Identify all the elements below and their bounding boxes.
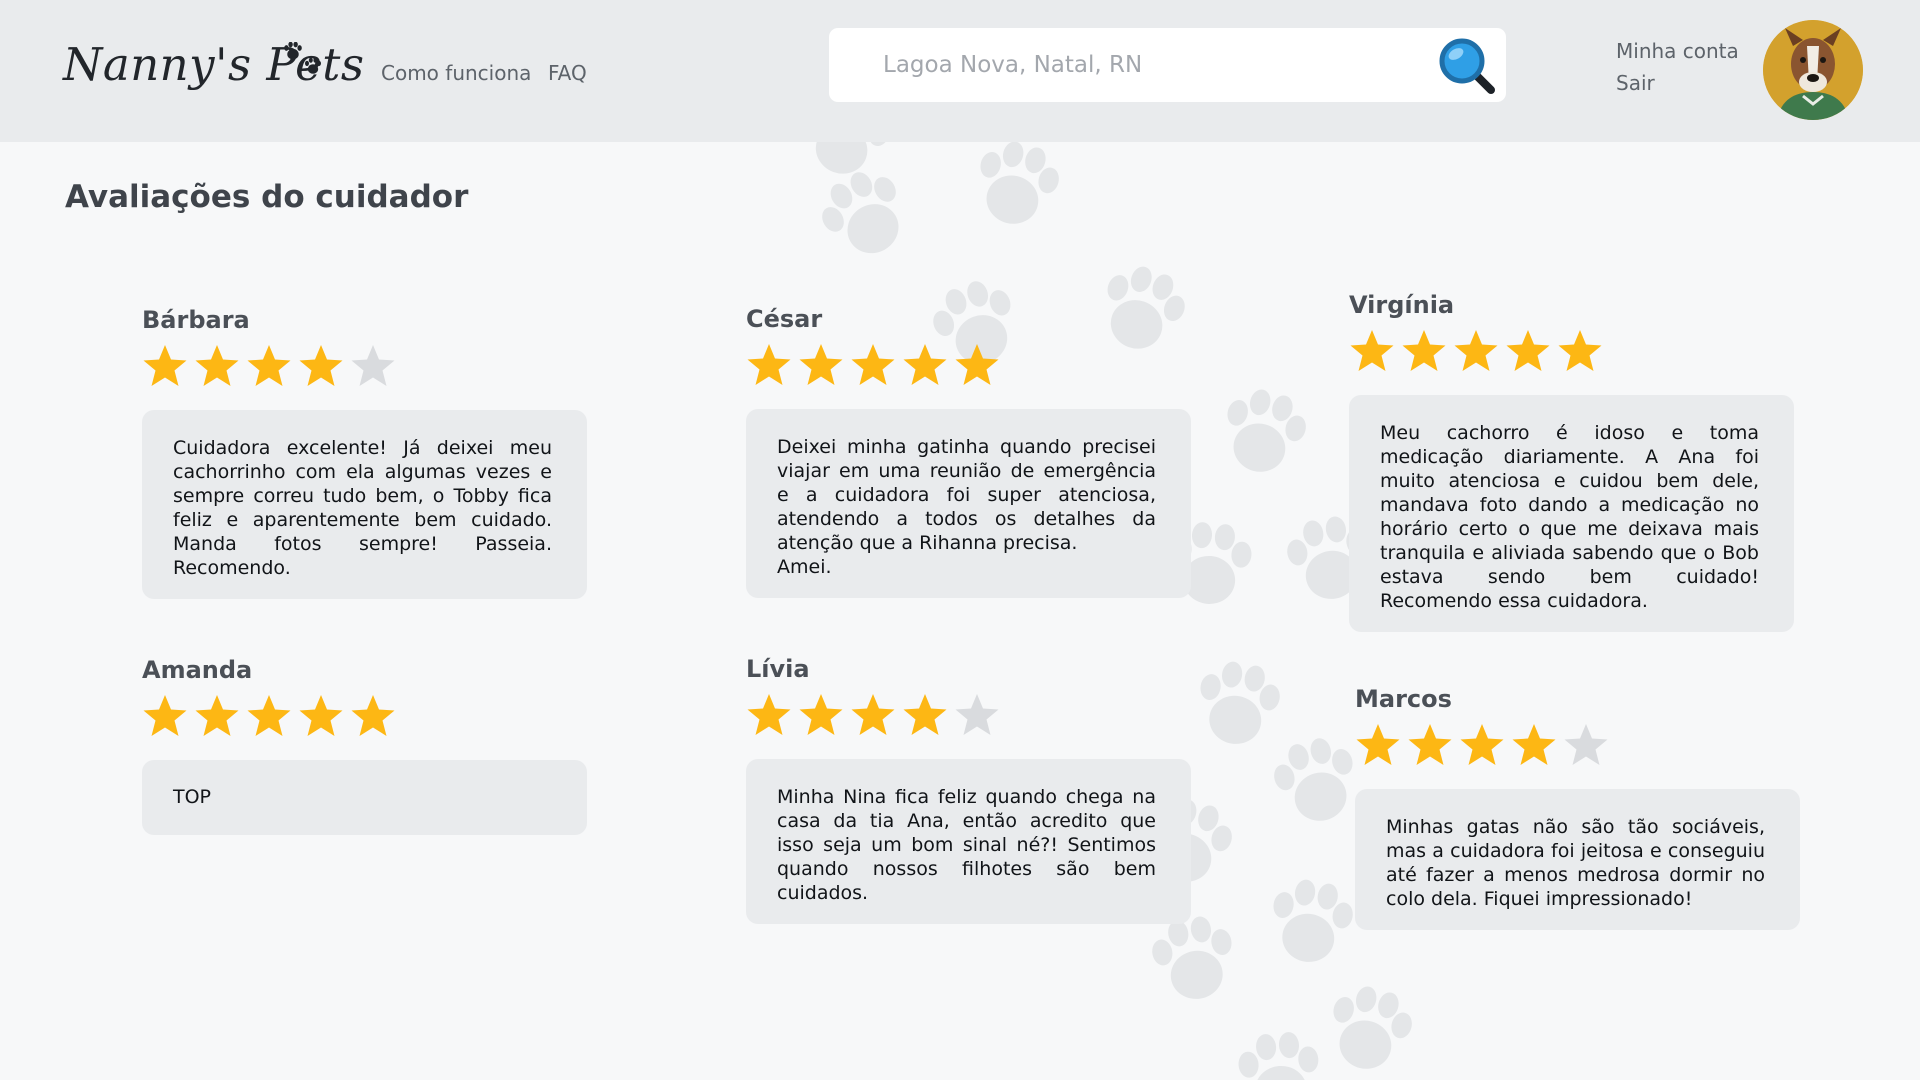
review-card: Virgínia Meu cachorro é idoso e toma med… <box>1349 290 1794 632</box>
review-text: Cuidadora excelente! Já deixei meu cacho… <box>142 410 587 599</box>
star-filled-icon <box>1408 724 1452 765</box>
star-rating <box>142 343 587 389</box>
location-search-input[interactable] <box>883 28 1423 102</box>
search-bar <box>829 28 1506 102</box>
star-filled-icon <box>903 694 947 735</box>
star-filled-icon <box>1506 330 1550 371</box>
star-filled-icon <box>1558 330 1602 371</box>
star-filled-icon <box>851 694 895 735</box>
page-title: Avaliações do cuidador <box>65 179 469 215</box>
star-empty-icon <box>955 694 999 735</box>
star-filled-icon <box>799 344 843 385</box>
reviewer-name: Lívia <box>746 655 810 683</box>
star-filled-icon <box>195 345 239 386</box>
star-filled-icon <box>195 695 239 736</box>
review-card: Lívia Minha Nina fica feliz quando chega… <box>746 654 1191 924</box>
review-card: Bárbara Cuidadora excelente! Já deixei m… <box>142 305 587 599</box>
nav-link-faq[interactable]: FAQ <box>548 61 587 85</box>
reviewer-name: Bárbara <box>142 306 250 334</box>
star-rating <box>746 342 1191 388</box>
star-filled-icon <box>247 695 291 736</box>
star-empty-icon <box>351 345 395 386</box>
star-rating <box>1349 328 1794 374</box>
review-text: Deixei minha gatinha quando precisei via… <box>746 409 1191 598</box>
star-filled-icon <box>747 344 791 385</box>
star-rating <box>746 692 1191 738</box>
star-filled-icon <box>747 694 791 735</box>
review-text: Minha Nina fica feliz quando chega na ca… <box>746 759 1191 924</box>
review-text: TOP <box>142 760 587 835</box>
star-filled-icon <box>299 695 343 736</box>
review-text: Meu cachorro é idoso e toma medicação di… <box>1349 395 1794 632</box>
review-text: Minhas gatas não são tão sociáveis, mas … <box>1355 789 1800 930</box>
star-filled-icon <box>1402 330 1446 371</box>
nav-link-how-it-works[interactable]: Como funciona <box>381 61 531 85</box>
my-account-link[interactable]: Minha conta <box>1616 39 1739 63</box>
star-filled-icon <box>799 694 843 735</box>
star-filled-icon <box>1350 330 1394 371</box>
user-avatar[interactable] <box>1763 20 1863 120</box>
magnifier-icon[interactable] <box>1436 35 1498 97</box>
star-filled-icon <box>955 344 999 385</box>
star-rating <box>142 693 587 739</box>
reviewer-name: Marcos <box>1355 685 1452 713</box>
star-filled-icon <box>1460 724 1504 765</box>
star-filled-icon <box>351 695 395 736</box>
star-filled-icon <box>143 345 187 386</box>
star-filled-icon <box>851 344 895 385</box>
review-card: Marcos Minhas gatas não são tão sociávei… <box>1355 684 1800 930</box>
logout-link[interactable]: Sair <box>1616 71 1655 95</box>
reviewer-name: César <box>746 305 823 333</box>
star-empty-icon <box>1564 724 1608 765</box>
dog-avatar-icon <box>1763 20 1863 120</box>
reviewer-name: Amanda <box>142 656 253 684</box>
star-filled-icon <box>903 344 947 385</box>
star-rating <box>1355 722 1800 768</box>
paw-print-icon <box>284 42 321 74</box>
review-card: César Deixei minha gatinha quando precis… <box>746 304 1191 598</box>
star-filled-icon <box>299 345 343 386</box>
star-filled-icon <box>1512 724 1556 765</box>
star-filled-icon <box>247 345 291 386</box>
top-header: Nanny's Pets Como funciona FAQ Lagoa Nov… <box>0 0 1920 142</box>
star-filled-icon <box>143 695 187 736</box>
star-filled-icon <box>1454 330 1498 371</box>
reviewer-name: Virgínia <box>1349 291 1455 319</box>
star-filled-icon <box>1356 724 1400 765</box>
review-card: Amanda TOP <box>142 655 587 835</box>
